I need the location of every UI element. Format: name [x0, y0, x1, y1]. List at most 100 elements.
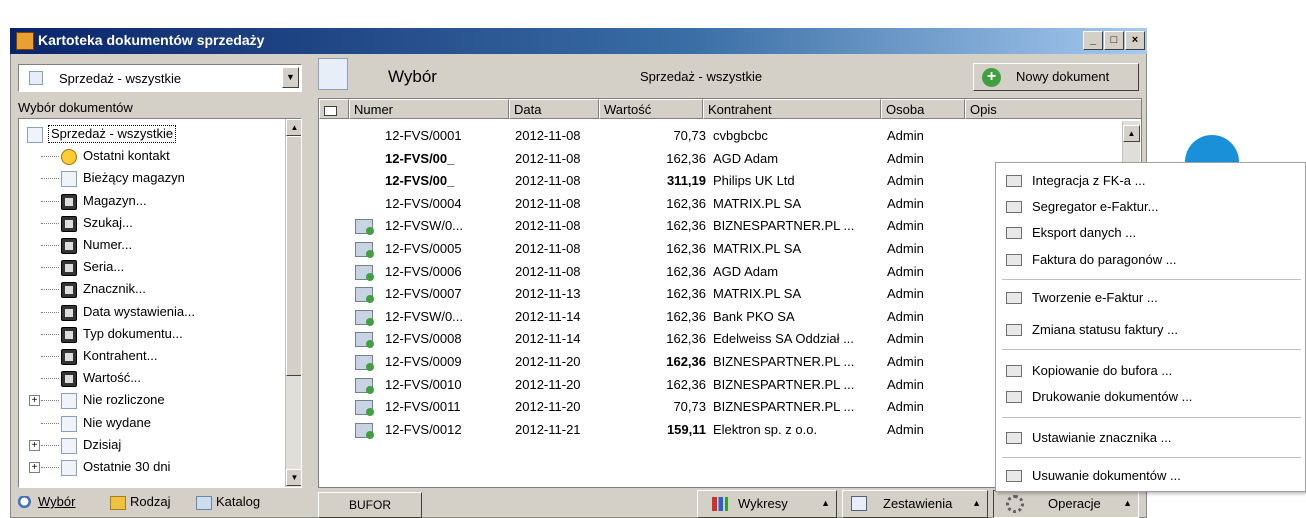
tree-item[interactable]: Wartość...: [19, 367, 285, 389]
tree-item[interactable]: + Ostatnie 30 dni: [19, 456, 285, 478]
tab-rodzaj-label: Rodzaj: [130, 494, 171, 509]
bufor-button[interactable]: BUFOR: [318, 492, 422, 518]
menu-item[interactable]: Tworzenie e-Faktur ...: [996, 285, 1306, 311]
menu-item[interactable]: Ustawianie znacznika ...: [996, 425, 1306, 451]
tree-item-label: Nie wydane: [83, 414, 151, 430]
charts-button[interactable]: Wykresy ▲: [697, 490, 837, 518]
menu-item[interactable]: Segregator e-Faktur...: [996, 194, 1306, 220]
cell-data: 2012-11-14: [515, 308, 581, 324]
cell-numer: 12-FVSW/0...: [385, 308, 464, 324]
tree-item[interactable]: + Dzisiaj: [19, 434, 285, 456]
expand-icon[interactable]: +: [29, 439, 40, 451]
cell-osoba: Admin: [887, 286, 924, 302]
cell-osoba: Admin: [887, 376, 924, 392]
tree-item[interactable]: + Nie rozliczone: [19, 389, 285, 411]
menu-item-label: Eksport danych ...: [1032, 225, 1137, 240]
tree-connector: [41, 267, 59, 269]
tree-item-label: Szukaj...: [83, 214, 133, 230]
tree-connector: [41, 311, 59, 313]
reports-button[interactable]: Zestawienia ▲: [842, 490, 988, 518]
tree-item[interactable]: Kontrahent...: [19, 345, 285, 367]
column-header-opis[interactable]: Opis: [965, 99, 1141, 119]
minimize-button[interactable]: _: [1083, 31, 1103, 50]
document-icon: [27, 127, 43, 143]
tree-item-label: Dzisiaj: [83, 436, 122, 452]
menu-item-label: Drukowanie dokumentów ...: [1032, 389, 1193, 404]
menu-item[interactable]: Zmiana statusu faktury ...: [996, 317, 1306, 343]
tab-katalog-label: Katalog: [216, 494, 261, 509]
column-header-kontrahent[interactable]: Kontrahent: [703, 99, 881, 119]
menu-item[interactable]: Eksport danych ...: [996, 220, 1306, 246]
scroll-thumb[interactable]: [286, 136, 301, 376]
tree-item[interactable]: Numer...: [19, 234, 285, 256]
title-bar[interactable]: Kartoteka dokumentów sprzedaży _ □ ×: [10, 28, 1147, 54]
tab-katalog[interactable]: Katalog: [196, 490, 260, 514]
tree-scrollbar[interactable]: ▲ ▼: [285, 119, 301, 487]
cell-numer: 12-FVS/0004: [385, 195, 462, 211]
maximize-button[interactable]: □: [1104, 31, 1124, 50]
expand-icon[interactable]: +: [29, 395, 40, 407]
tree-connector: [41, 289, 59, 291]
invoice-icon: [355, 377, 374, 394]
selection-combo[interactable]: Sprzedaż - wszystkie ▼: [18, 64, 302, 92]
tree-item[interactable]: Data wystawienia...: [19, 301, 285, 323]
cell-osoba: Admin: [887, 128, 924, 143]
tree-item[interactable]: Typ dokumentu...: [19, 323, 285, 345]
table-row[interactable]: 12-FVS/0001 2012-11-08 70,73 cvbgbcbc Admin: [319, 125, 1119, 148]
cell-osoba: Admin: [887, 399, 924, 415]
cell-kontrahent: Bank PKO SA: [713, 308, 795, 324]
menu-item-label: Integracja z FK-a ...: [1032, 173, 1146, 188]
column-header-numer[interactable]: Numer: [349, 99, 509, 119]
cell-numer: 12-FVS/0009: [385, 354, 462, 369]
invoice-icon: [355, 422, 374, 439]
chevron-down-icon[interactable]: ▼: [282, 67, 299, 88]
tree-item[interactable]: Bieżący magazyn: [19, 167, 285, 189]
tree-item[interactable]: Nie wydane: [19, 412, 285, 434]
new-document-button[interactable]: + Nowy dokument: [973, 63, 1139, 91]
column-header-wartosc[interactable]: Wartość: [599, 99, 703, 119]
tree-item[interactable]: Szukaj...: [19, 212, 285, 234]
invoice-icon: [355, 332, 374, 349]
document-tree[interactable]: Sprzedaż - wszystkie Ostatni kontakt Bieżą…: [18, 118, 302, 488]
cell-wartosc: 162,36: [666, 331, 706, 347]
folder-icon: [110, 495, 126, 510]
operations-menu[interactable]: Integracja z FK-a ... Segregator e-Faktur…: [995, 162, 1306, 492]
caret-up-icon: ▲: [1123, 498, 1132, 508]
cell-data: 2012-11-14: [515, 331, 581, 347]
tree-item[interactable]: Ostatni kontakt: [19, 145, 285, 167]
menu-item[interactable]: Usuwanie dokumentów ...: [996, 463, 1306, 489]
cell-data: 2012-11-20: [515, 376, 581, 392]
scroll-up-button[interactable]: ▲: [1123, 125, 1140, 142]
cell-wartosc: 162,36: [666, 376, 706, 392]
binoculars-icon: [61, 349, 77, 365]
cell-data: 2012-11-08: [515, 150, 581, 166]
tab-wybor[interactable]: Wybór: [18, 490, 75, 514]
menu-item[interactable]: Integracja z FK-a ...: [996, 168, 1306, 194]
tree-connector: [41, 422, 59, 424]
scroll-up-button[interactable]: ▲: [286, 119, 301, 136]
column-header-osoba[interactable]: Osoba: [881, 99, 965, 119]
cell-numer: 12-FVS/0001: [385, 128, 462, 143]
operations-button[interactable]: Operacje ▲: [993, 490, 1139, 518]
menu-item-label: Kopiowanie do bufora ...: [1032, 363, 1173, 378]
tree-item[interactable]: Sprzedaż - wszystkie: [19, 123, 285, 145]
expand-icon[interactable]: +: [29, 462, 40, 473]
column-header-data[interactable]: Data: [509, 99, 599, 119]
menu-item[interactable]: Drukowanie dokumentów ...: [996, 384, 1306, 410]
tree-item[interactable]: Magazyn...: [19, 190, 285, 212]
menu-item-icon: [1006, 292, 1022, 304]
tab-rodzaj[interactable]: Rodzaj: [110, 490, 170, 514]
tree-item[interactable]: Znacznik...: [19, 278, 285, 300]
menu-item-icon: [1006, 254, 1022, 266]
close-button[interactable]: ×: [1125, 31, 1145, 50]
scroll-down-button[interactable]: ▼: [286, 469, 301, 486]
operations-label: Operacje: [1048, 496, 1101, 511]
menu-item[interactable]: Kopiowanie do bufora ...: [996, 358, 1306, 384]
menu-item[interactable]: Faktura do paragonów ...: [996, 247, 1306, 273]
cell-numer: 12-FVS/0006: [385, 263, 462, 279]
select-all-header[interactable]: [319, 99, 349, 119]
tree-item[interactable]: Seria...: [19, 256, 285, 278]
menu-item-label: Usuwanie dokumentów ...: [1032, 468, 1181, 483]
menu-item-label: Ustawianie znacznika ...: [1032, 430, 1172, 445]
filter-label: Sprzedaż - wszystkie: [640, 69, 763, 84]
